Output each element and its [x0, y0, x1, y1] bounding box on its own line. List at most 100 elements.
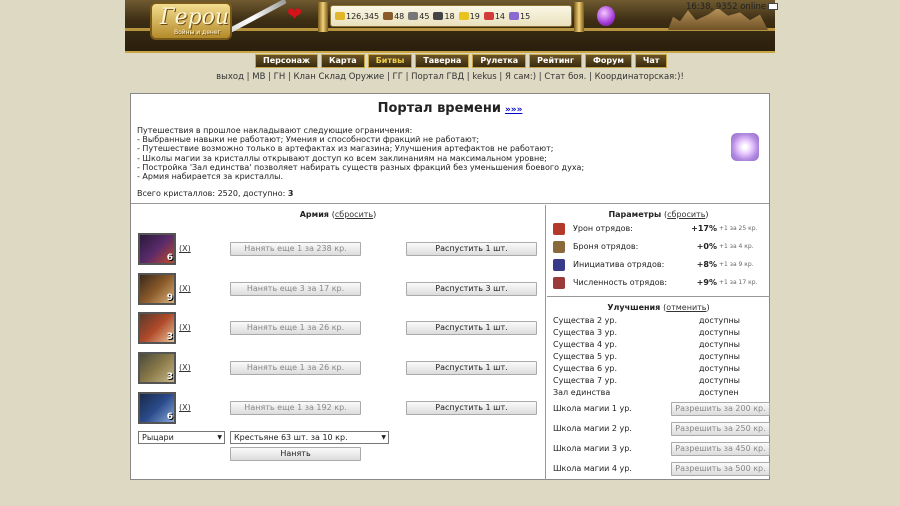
unit-row: 9 (X) Нанять еще 3 за 17 кр. Распустить …: [138, 273, 543, 305]
hire-more-button[interactable]: Нанять еще 1 за 26 кр.: [230, 361, 361, 375]
params-section: Параметры (сбросить) Урон отрядов: +17% …: [547, 205, 770, 297]
allow-school-button[interactable]: Разрешить за 250 кр.: [671, 422, 770, 436]
dismiss-button[interactable]: Распустить 1 шт.: [406, 242, 537, 256]
logo-subtitle: Войны и денег: [174, 29, 221, 36]
unit-row: 3 (X) Нанять еще 1 за 26 кр. Распустить …: [138, 352, 543, 384]
params-title: Параметры (сбросить): [608, 210, 709, 219]
allow-school-button[interactable]: Разрешить за 200 кр.: [671, 402, 770, 416]
main-nav: Персонаж Карта Битвы Таверна Рулетка Рей…: [255, 54, 668, 68]
upgrade-row: Существа 3 ур. доступны: [553, 328, 740, 337]
upgrade-row: Существа 2 ур. доступны: [553, 316, 740, 325]
logo-title: Герои: [160, 5, 230, 30]
upgrade-row: Существа 7 ур. доступны: [553, 376, 740, 385]
unit-portrait[interactable]: 3: [138, 312, 176, 344]
hire-more-button[interactable]: Нанять еще 3 за 17 кр.: [230, 282, 361, 296]
unit-portrait[interactable]: 6: [138, 233, 176, 265]
clock-online: 16:38, 9352 online: [686, 2, 779, 12]
group-icon: [553, 277, 565, 289]
nav-forum[interactable]: Форум: [585, 54, 632, 68]
portal-icon: [731, 133, 759, 161]
army-section: Армия (сбросить) 6 (X) Нанять еще 1 за 2…: [131, 205, 546, 480]
magic-school-row: Школа магии 1 ур. Разрешить за 200 кр.: [553, 402, 770, 416]
dismiss-button[interactable]: Распустить 1 шт.: [406, 321, 537, 335]
game-logo[interactable]: Герои Войны и денег: [150, 2, 232, 40]
potion-icon[interactable]: [597, 6, 615, 26]
nav-character[interactable]: Персонаж: [255, 54, 318, 68]
resource-sulfur: 19: [458, 12, 480, 21]
heart-icon[interactable]: ❤: [287, 6, 302, 24]
unit-row: 6 (X) Нанять еще 1 за 192 кр. Распустить…: [138, 392, 543, 424]
dismiss-button[interactable]: Распустить 1 шт.: [406, 361, 537, 375]
gems-icon: [509, 12, 520, 20]
mail-icon[interactable]: [768, 3, 779, 10]
param-initiative[interactable]: Инициатива отрядов: +8% +1 за 9 кр.: [553, 258, 767, 272]
remove-unit-link[interactable]: (X): [179, 244, 191, 253]
hire-button[interactable]: Нанять: [230, 447, 361, 461]
unit-row: 3 (X) Нанять еще 1 за 26 кр. Распустить …: [138, 312, 543, 344]
resource-gems: 15: [509, 12, 530, 21]
allow-school-button[interactable]: Разрешить за 500 кр.: [671, 462, 770, 476]
resource-mercury: 18: [433, 12, 455, 21]
game-header: Герои Войны и денег ❤ 126,345 48 45 18 1…: [0, 0, 900, 70]
params-reset-link[interactable]: сбросить: [667, 210, 705, 219]
mercury-icon: [433, 12, 444, 20]
remove-unit-link[interactable]: (X): [179, 403, 191, 412]
resource-ore: 45: [408, 12, 429, 21]
allow-school-button[interactable]: Разрешить за 450 кр.: [671, 442, 770, 456]
ore-icon: [408, 12, 419, 20]
page-title: Портал времени»»»: [377, 101, 523, 116]
quick-links-bar[interactable]: выход | МВ | ГН | Клан Склад Оружие | ГГ…: [0, 72, 900, 82]
magic-school-row: Школа магии 2 ур. Разрешить за 250 кр.: [553, 422, 770, 436]
remove-unit-link[interactable]: (X): [179, 284, 191, 293]
unit-portrait[interactable]: 9: [138, 273, 176, 305]
crystal-icon: [483, 12, 494, 20]
nav-rating[interactable]: Рейтинг: [529, 54, 582, 68]
sulfur-icon: [458, 12, 469, 20]
dismiss-button[interactable]: Распустить 1 шт.: [406, 401, 537, 415]
upgrade-row: Зал единства доступен: [553, 388, 739, 397]
hire-more-button[interactable]: Нанять еще 1 за 238 кр.: [230, 242, 361, 256]
shield-icon: [553, 241, 565, 253]
restrictions-text: Путешествия в прошлое накладывают следую…: [137, 126, 585, 182]
magic-school-row: Школа магии 3 ур. Разрешить за 450 кр.: [553, 442, 770, 456]
portal-info: Портал времени»»» Путешествия в прошлое …: [131, 94, 769, 204]
nav-tavern[interactable]: Таверна: [415, 54, 470, 68]
param-armor[interactable]: Броня отрядов: +0% +1 за 4 кр.: [553, 240, 767, 254]
wood-icon: [383, 12, 394, 20]
nav-roulette[interactable]: Рулетка: [472, 54, 527, 68]
unit-type-select[interactable]: Крестьяне 63 шт. за 10 кр.: [230, 431, 389, 444]
pillar-ornament: [318, 2, 328, 32]
more-link[interactable]: »»»: [505, 105, 522, 115]
army-reset-link[interactable]: сбросить: [335, 210, 373, 219]
upgrade-row: Существа 6 ур. доступны: [553, 364, 740, 373]
upgrades-title: Улучшения (отменить): [607, 303, 710, 312]
magic-school-row: Школа магии 4 ур. Разрешить за 500 кр.: [553, 462, 770, 476]
pillar-ornament: [574, 2, 584, 32]
boots-icon: [553, 259, 565, 271]
param-size[interactable]: Численность отрядов: +9% +1 за 17 кр.: [553, 276, 767, 290]
remove-unit-link[interactable]: (X): [179, 323, 191, 332]
hire-more-button[interactable]: Нанять еще 1 за 26 кр.: [230, 321, 361, 335]
resources-panel: 126,345 48 45 18 19 14 15: [330, 5, 572, 27]
crystals-count: Всего кристаллов: 2520, доступно: 3: [137, 189, 294, 198]
hire-more-button[interactable]: Нанять еще 1 за 192 кр.: [230, 401, 361, 415]
nav-battles[interactable]: Битвы: [367, 54, 413, 68]
upgrade-row: Существа 4 ур. доступны: [553, 340, 740, 349]
param-damage[interactable]: Урон отрядов: +17% +1 за 25 кр.: [553, 222, 767, 236]
upgrades-cancel-link[interactable]: отменить: [666, 303, 706, 312]
remove-unit-link[interactable]: (X): [179, 363, 191, 372]
resource-gold: 126,345: [335, 12, 379, 21]
sword-icon: [553, 223, 565, 235]
nav-chat[interactable]: Чат: [634, 54, 668, 68]
nav-map[interactable]: Карта: [320, 54, 365, 68]
unit-row: 6 (X) Нанять еще 1 за 238 кр. Распустить…: [138, 233, 543, 265]
gold-icon: [335, 12, 345, 20]
dismiss-button[interactable]: Распустить 3 шт.: [406, 282, 537, 296]
faction-select[interactable]: Рыцари: [138, 431, 225, 444]
unit-portrait[interactable]: 3: [138, 352, 176, 384]
upgrades-section: Улучшения (отменить) Существа 2 ур. досту…: [547, 298, 770, 480]
resource-wood: 48: [383, 12, 404, 21]
unit-portrait[interactable]: 6: [138, 392, 176, 424]
resource-crystal: 14: [483, 12, 505, 21]
portal-panel: Портал времени»»» Путешествия в прошлое …: [130, 93, 770, 480]
